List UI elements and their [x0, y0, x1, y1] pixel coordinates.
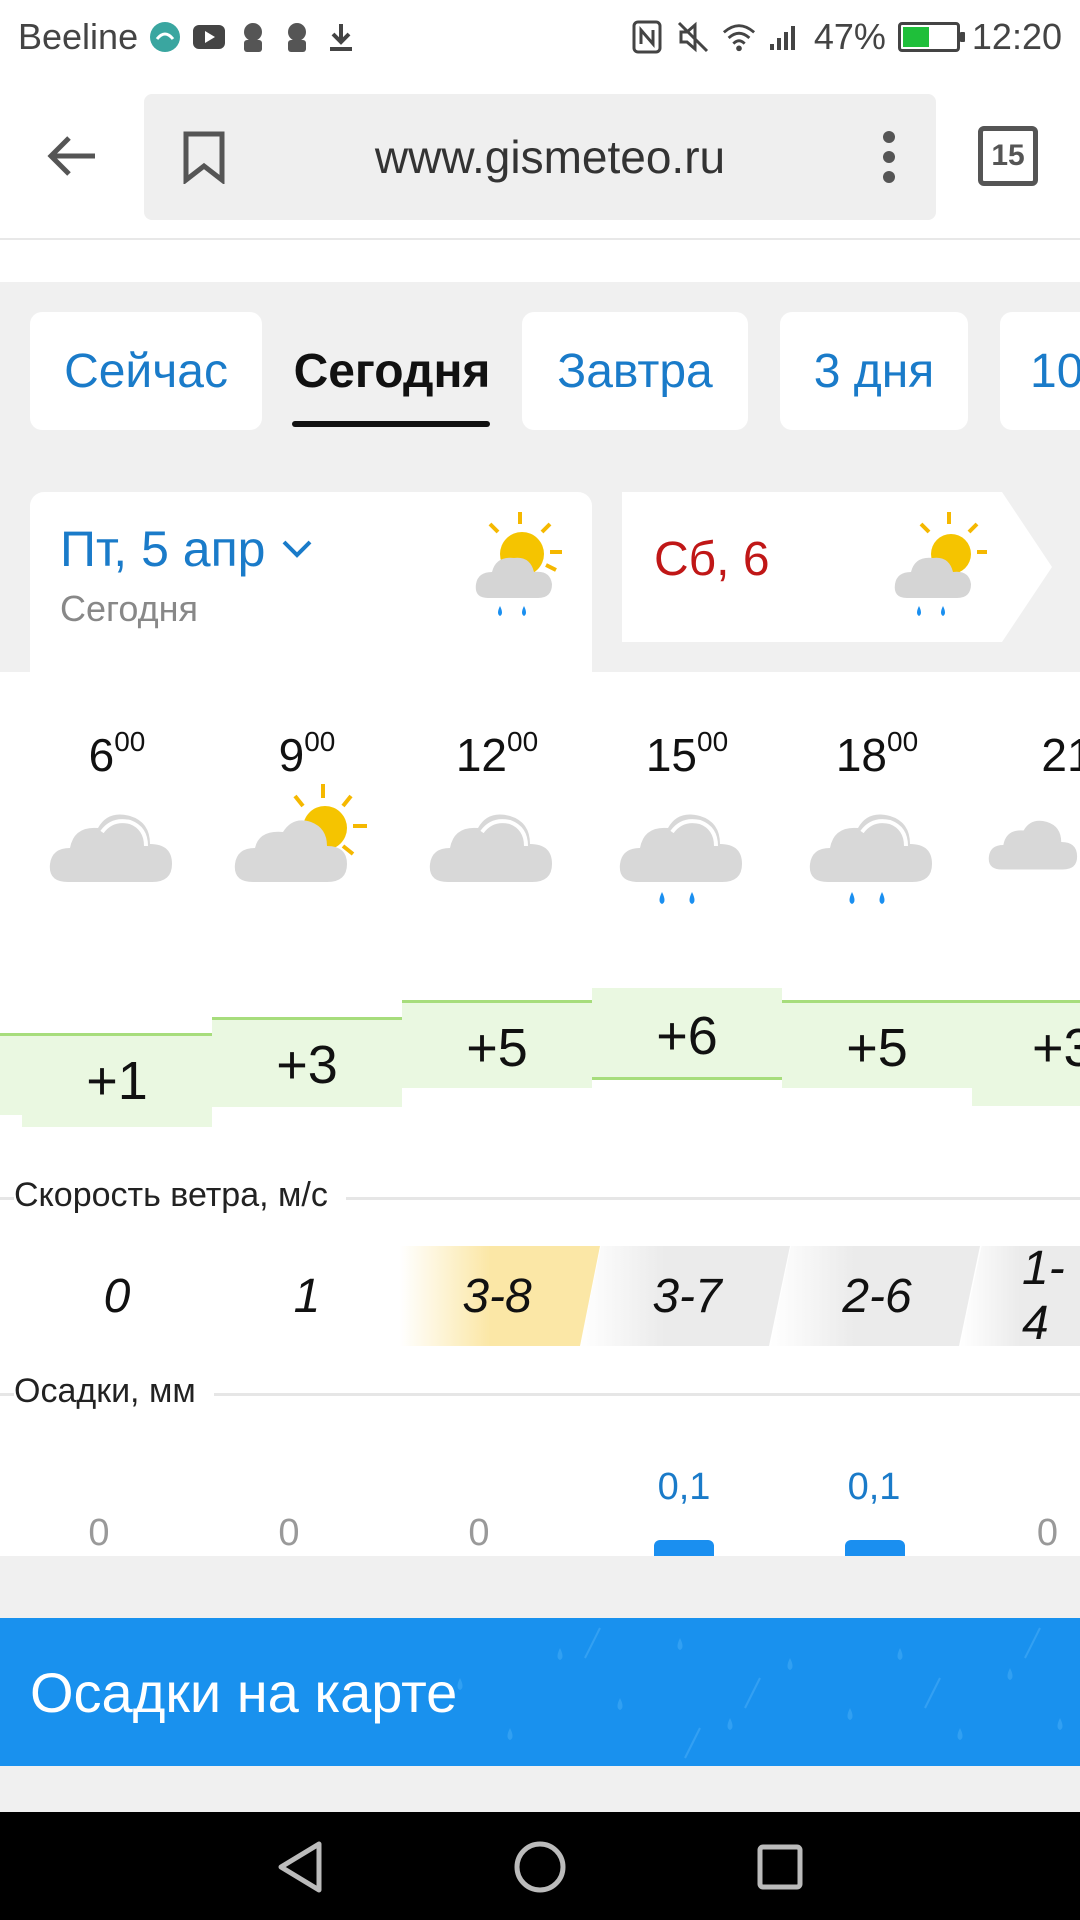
bookmark-button[interactable] [174, 124, 234, 190]
battery-icon [897, 22, 965, 52]
precip-value: 0 [278, 1512, 300, 1554]
app-notification-icon [148, 20, 182, 54]
next-date: Сб, 6 [654, 533, 770, 586]
temp-bar-edge [0, 1033, 22, 1115]
browser-toolbar: www.gismeteo.ru 15 [0, 74, 1080, 240]
precip-value: 0 [88, 1512, 110, 1554]
precip-bar [845, 1540, 905, 1556]
square-recents-icon [757, 1844, 803, 1890]
hour-label: 1500 [645, 726, 729, 781]
browser-menu-button[interactable] [874, 124, 904, 190]
precipitation-map-banner[interactable]: Осадки на карте [0, 1618, 1080, 1766]
sticker-notification-icon-2 [280, 20, 314, 54]
cloud-icon [396, 782, 586, 942]
temp-bar: +5 [782, 1000, 972, 1088]
wind-value: 1 [293, 1269, 321, 1323]
precip-bar [654, 1540, 714, 1556]
tab-10-days[interactable]: 10 [1000, 312, 1080, 430]
wifi-icon [722, 20, 756, 54]
status-bar: Beeline 47% 12:20 [0, 0, 1080, 74]
arrow-left-icon [47, 136, 95, 176]
sticker-notification-icon [236, 20, 270, 54]
nav-recents-button[interactable] [745, 1832, 815, 1902]
system-navigation-bar [0, 1812, 1080, 1920]
day-card-next[interactable]: Сб, 6 [622, 492, 1052, 642]
sun-cloud-icon [206, 782, 396, 942]
wind-value: 2-6 [842, 1269, 912, 1323]
nav-home-button[interactable] [505, 1832, 575, 1902]
hour-label: 900 [278, 726, 336, 781]
day-card-today[interactable]: Пт, 5 апр Сегодня [30, 492, 592, 672]
precip-value: 0 [1036, 1512, 1058, 1554]
signal-icon [768, 20, 802, 54]
wind-value: 3-8 [462, 1269, 532, 1323]
nav-back-button[interactable] [265, 1832, 335, 1902]
today-subtitle: Сегодня [60, 588, 198, 629]
cloud-icon [986, 782, 1080, 942]
chevron-down-icon[interactable] [281, 539, 313, 559]
tab-switcher-button[interactable]: 15 [978, 126, 1038, 186]
cloud-icon [16, 782, 206, 942]
tab-now[interactable]: Сейчас [30, 312, 262, 430]
triangle-back-icon [278, 1841, 322, 1893]
clock: 12:20 [971, 16, 1062, 57]
back-button[interactable] [40, 124, 104, 188]
wind-value: 0 [103, 1269, 131, 1323]
address-bar[interactable]: www.gismeteo.ru [144, 94, 936, 220]
tab-tomorrow[interactable]: Завтра [522, 312, 748, 430]
temp-bar: +3 [972, 1000, 1080, 1106]
battery-percent: 47% [813, 16, 886, 57]
wind-speed-label: Скорость ветра, м/с [14, 1176, 346, 1215]
circle-home-icon [514, 1841, 566, 1893]
temp-bar: +6 [592, 988, 782, 1080]
temp-bar: +1 [22, 1033, 212, 1127]
banner-title: Осадки на карте [30, 1660, 458, 1724]
carrier-name: Beeline [18, 16, 139, 57]
tab-today[interactable]: Сегодня [272, 312, 512, 430]
wind-value: 3-7 [652, 1269, 722, 1323]
hour-label: 1200 [455, 726, 539, 781]
precip-value: 0,1 [847, 1466, 901, 1508]
hour-label: 21 [1041, 729, 1080, 781]
active-tab-indicator [292, 421, 490, 427]
wind-value: 1-4 [1022, 1246, 1065, 1346]
download-icon [324, 20, 358, 54]
bookmark-icon [183, 131, 225, 184]
more-vert-icon [883, 131, 895, 183]
precip-value: 0,1 [657, 1466, 711, 1508]
day-title-row: Пт, 5 апр [60, 520, 313, 578]
sun-cloud-rain-icon-next [894, 512, 987, 616]
url-text: www.gismeteo.ru [374, 131, 726, 183]
temp-bar: +5 [402, 1000, 592, 1088]
today-date: Пт, 5 апр [60, 521, 266, 577]
precip-value: 0 [468, 1512, 490, 1554]
tab-3-days[interactable]: 3 дня [780, 312, 968, 430]
hour-label: 600 [88, 726, 146, 781]
precipitation-label: Осадки, мм [14, 1372, 214, 1411]
nfc-icon [630, 20, 664, 54]
youtube-icon [192, 20, 226, 54]
hour-label: 1800 [835, 726, 919, 781]
sun-cloud-rain-icon [475, 512, 562, 616]
mute-icon [676, 20, 710, 54]
temp-bar: +3 [212, 1017, 402, 1107]
cloud-rain-icon [776, 782, 966, 942]
cloud-rain-icon [586, 782, 776, 942]
